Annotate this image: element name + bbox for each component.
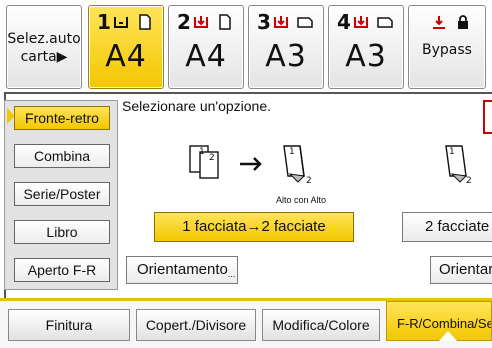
- tray-number: 4: [337, 10, 351, 34]
- result-front-label: 1: [289, 147, 295, 157]
- tray-down-icon: [274, 16, 288, 28]
- sidebar-item-libro[interactable]: Libro: [14, 220, 110, 244]
- tray-down-icon: [354, 16, 368, 28]
- sidebar-item-serie-poster[interactable]: Serie/Poster: [14, 182, 110, 206]
- tray-number: 1: [97, 10, 111, 34]
- one-to-two-sided-button[interactable]: 1 facciata→2 facciate: [154, 212, 354, 242]
- right-panel-edge: [483, 100, 492, 134]
- sidebar-item-aperto-fr[interactable]: Aperto F-R: [14, 258, 110, 282]
- orientation-caption: Alto con Alto: [276, 195, 327, 205]
- two-to-two-sided-button[interactable]: 2 facciate: [402, 212, 492, 242]
- source-page-2-label: 2: [209, 153, 215, 163]
- right-front-label: 1: [449, 147, 455, 157]
- auto-paper-line2: carta▶: [20, 49, 68, 65]
- auto-paper-select-button[interactable]: Selez.auto carta▶: [6, 5, 82, 89]
- tray-number: 3: [257, 10, 271, 34]
- tray-icon: [114, 17, 128, 28]
- auto-paper-line1: Selez.auto: [7, 31, 81, 47]
- paper-portrait-icon: [139, 14, 151, 30]
- orientation-button[interactable]: Orientamento...: [126, 256, 238, 284]
- bypass-label: Bypass: [422, 42, 472, 58]
- paper-landscape-icon: [377, 17, 393, 28]
- instruction-text: Selezionare un'opzione.: [122, 98, 272, 114]
- orientation-label: Orientamento: [137, 261, 228, 278]
- sidebar-item-fronte-retro[interactable]: Fronte-retro: [14, 106, 110, 130]
- sidebar-item-combina[interactable]: Combina: [14, 144, 110, 168]
- tray-paper-size: A3: [345, 39, 387, 74]
- category-tab-bar: Finitura Copert./Divisore Modifica/Color…: [0, 298, 492, 348]
- bypass-tray-button[interactable]: Bypass: [408, 5, 486, 89]
- tray-down-icon: [194, 16, 208, 28]
- source-page-1-label: 1: [199, 147, 205, 157]
- tray-number: 2: [177, 10, 191, 34]
- tray-2-button[interactable]: 2 A4: [168, 5, 244, 89]
- paper-landscape-icon: [297, 17, 313, 28]
- tab-modifica-colore[interactable]: Modifica/Colore: [262, 309, 380, 341]
- tray-paper-size: A4: [185, 39, 227, 74]
- result-back-label: 2: [306, 176, 312, 186]
- tray-3-button[interactable]: 3 A3: [248, 5, 324, 89]
- active-tab-caret-icon: [439, 331, 457, 341]
- more-dots-icon: ...: [227, 269, 236, 279]
- arrow-right-icon: [240, 157, 262, 171]
- bypass-tray-icon: [433, 16, 445, 29]
- tray-paper-size: A4: [105, 39, 147, 74]
- lock-icon: [458, 15, 468, 29]
- tray-paper-size: A3: [265, 39, 307, 74]
- tray-4-button[interactable]: 4 A3: [328, 5, 404, 89]
- tab-finitura[interactable]: Finitura: [8, 309, 130, 341]
- two-to-two-sided-diagram: [445, 145, 468, 183]
- paper-tray-bar: Selez.auto carta▶ 1 A4 2 A4 3 A3 4 A3 By…: [0, 0, 492, 92]
- right-back-label: 2: [466, 176, 472, 186]
- orientation-button-right[interactable]: Orientar: [430, 256, 492, 284]
- tab-copertina-divisore[interactable]: Copert./Divisore: [136, 309, 256, 341]
- one-to-two-sided-diagram: [189, 145, 306, 183]
- tray-1-button[interactable]: 1 A4: [88, 5, 164, 89]
- paper-portrait-icon: [219, 14, 231, 30]
